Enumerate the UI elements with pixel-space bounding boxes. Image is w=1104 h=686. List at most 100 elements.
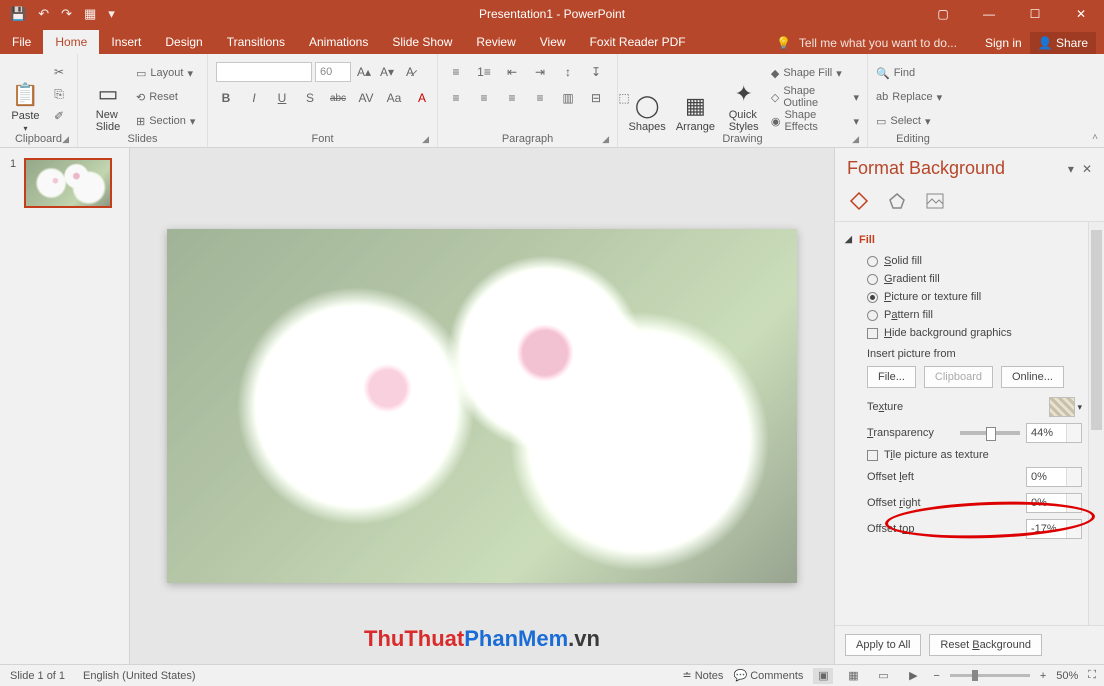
font-size-input[interactable]: 60 bbox=[315, 62, 351, 82]
reading-view-icon[interactable]: ▭ bbox=[873, 668, 893, 684]
text-direction-icon[interactable]: ↧ bbox=[586, 62, 606, 82]
collapse-ribbon-icon[interactable]: ˄ bbox=[1092, 132, 1098, 143]
slide-canvas[interactable] bbox=[167, 229, 797, 583]
transparency-input[interactable]: 44% bbox=[1026, 423, 1082, 443]
slide-editor[interactable]: ThuThuatPhanMem.vn bbox=[130, 148, 834, 664]
tab-file[interactable]: File bbox=[0, 30, 43, 54]
decrease-font-icon[interactable]: A▾ bbox=[377, 62, 397, 82]
zoom-level[interactable]: 50% bbox=[1056, 670, 1078, 682]
tab-home[interactable]: Home bbox=[43, 30, 99, 54]
effects-tab-icon[interactable] bbox=[885, 189, 909, 213]
gradient-fill-radio[interactable]: Gradient fill bbox=[847, 270, 1100, 288]
offset-right-input[interactable]: 0% bbox=[1026, 493, 1082, 513]
offset-top-input[interactable]: -17% bbox=[1026, 519, 1082, 539]
format-painter-icon[interactable]: ✐ bbox=[49, 106, 69, 126]
underline-button[interactable]: U bbox=[272, 88, 292, 108]
tile-checkbox[interactable]: Tile picture as texture bbox=[847, 446, 1100, 464]
align-left-icon[interactable]: ≡ bbox=[446, 88, 466, 108]
comments-button[interactable]: 💬 Comments bbox=[733, 669, 803, 682]
paragraph-dialog-launcher-icon[interactable]: ◢ bbox=[602, 134, 609, 145]
redo-icon[interactable]: ↷ bbox=[61, 6, 72, 22]
sorter-view-icon[interactable]: ▦ bbox=[843, 668, 863, 684]
offset-left-input[interactable]: 0% bbox=[1026, 467, 1082, 487]
close-icon[interactable]: ✕ bbox=[1058, 0, 1104, 28]
drawing-dialog-launcher-icon[interactable]: ◢ bbox=[852, 134, 859, 145]
shape-effects-button[interactable]: ◉ Shape Effects ▾ bbox=[771, 110, 859, 132]
layout-button[interactable]: ▭ Layout ▾ bbox=[136, 62, 195, 84]
justify-icon[interactable]: ≡ bbox=[530, 88, 550, 108]
align-right-icon[interactable]: ≡ bbox=[502, 88, 522, 108]
shadow-button[interactable]: S bbox=[300, 88, 320, 108]
italic-button[interactable]: I bbox=[244, 88, 264, 108]
tell-me-input[interactable]: Tell me what you want to do... bbox=[799, 36, 957, 50]
tab-transitions[interactable]: Transitions bbox=[215, 30, 297, 54]
share-button[interactable]: 👤 Share bbox=[1030, 32, 1096, 54]
font-dialog-launcher-icon[interactable]: ◢ bbox=[422, 134, 429, 145]
section-button[interactable]: ⊞ Section ▾ bbox=[136, 110, 195, 132]
bullets-icon[interactable]: ≡ bbox=[446, 62, 466, 82]
zoom-in-icon[interactable]: + bbox=[1040, 670, 1046, 682]
clipboard-dialog-launcher-icon[interactable]: ◢ bbox=[62, 134, 69, 145]
normal-view-icon[interactable]: ▣ bbox=[813, 668, 833, 684]
change-case-button[interactable]: Aa bbox=[384, 88, 404, 108]
numbering-icon[interactable]: 1≡ bbox=[474, 62, 494, 82]
tab-view[interactable]: View bbox=[528, 30, 578, 54]
tab-foxit[interactable]: Foxit Reader PDF bbox=[578, 30, 698, 54]
language-indicator[interactable]: English (United States) bbox=[83, 670, 196, 682]
qat-more-icon[interactable]: ▾ bbox=[108, 6, 115, 22]
texture-picker[interactable] bbox=[1049, 397, 1075, 417]
decrease-indent-icon[interactable]: ⇤ bbox=[502, 62, 522, 82]
font-color-button[interactable]: A bbox=[412, 88, 432, 108]
clear-formatting-icon[interactable]: A̷ bbox=[400, 62, 420, 82]
reset-background-button[interactable]: Reset Background bbox=[929, 634, 1042, 656]
pane-close-icon[interactable]: ✕ bbox=[1082, 162, 1092, 176]
select-button[interactable]: ▭ Select ▾ bbox=[876, 110, 942, 132]
sign-in-link[interactable]: Sign in bbox=[985, 36, 1022, 50]
file-button[interactable]: File... bbox=[867, 366, 916, 388]
picture-fill-radio[interactable]: Picture or texture fill bbox=[847, 288, 1100, 306]
font-family-input[interactable] bbox=[216, 62, 312, 82]
minimize-icon[interactable]: — bbox=[966, 0, 1012, 28]
apply-to-all-button[interactable]: Apply to All bbox=[845, 634, 921, 656]
char-spacing-button[interactable]: AV bbox=[356, 88, 376, 108]
bold-button[interactable]: B bbox=[216, 88, 236, 108]
strikethrough-button[interactable]: abc bbox=[328, 88, 348, 108]
solid-fill-radio[interactable]: Solid fill bbox=[847, 252, 1100, 270]
undo-icon[interactable]: ↶ bbox=[38, 6, 49, 22]
pattern-fill-radio[interactable]: Pattern fill bbox=[847, 306, 1100, 324]
increase-font-icon[interactable]: A▴ bbox=[354, 62, 374, 82]
quick-styles-button[interactable]: ✦Quick Styles bbox=[723, 58, 765, 133]
line-spacing-icon[interactable]: ↕ bbox=[558, 62, 578, 82]
reset-button[interactable]: ⟲ Reset bbox=[136, 86, 195, 108]
start-from-beginning-icon[interactable]: ▦ bbox=[84, 6, 96, 22]
tab-insert[interactable]: Insert bbox=[99, 30, 153, 54]
transparency-slider[interactable] bbox=[960, 431, 1020, 435]
fill-tab-icon[interactable] bbox=[847, 189, 871, 213]
picture-tab-icon[interactable] bbox=[923, 189, 947, 213]
cut-icon[interactable]: ✂ bbox=[49, 62, 69, 82]
save-icon[interactable]: 💾 bbox=[10, 6, 26, 22]
slideshow-view-icon[interactable]: ▶ bbox=[903, 668, 923, 684]
zoom-out-icon[interactable]: − bbox=[933, 670, 939, 682]
fit-window-icon[interactable]: ⛶ bbox=[1088, 669, 1096, 682]
pane-options-icon[interactable]: ▾ bbox=[1068, 162, 1074, 176]
zoom-slider[interactable] bbox=[950, 674, 1030, 677]
arrange-button[interactable]: ▦Arrange bbox=[674, 58, 716, 133]
tab-slideshow[interactable]: Slide Show bbox=[380, 30, 464, 54]
align-text-icon[interactable]: ⊟ bbox=[586, 88, 606, 108]
tab-animations[interactable]: Animations bbox=[297, 30, 380, 54]
tab-review[interactable]: Review bbox=[464, 30, 527, 54]
tab-design[interactable]: Design bbox=[153, 30, 214, 54]
copy-icon[interactable]: ⎘ bbox=[49, 84, 69, 104]
fill-section-header[interactable]: Fill bbox=[847, 230, 1100, 252]
find-button[interactable]: 🔍 Find bbox=[876, 62, 942, 84]
slide-thumbnail-1[interactable] bbox=[24, 158, 112, 208]
maximize-icon[interactable]: ☐ bbox=[1012, 0, 1058, 28]
replace-button[interactable]: ab Replace ▾ bbox=[876, 86, 942, 108]
columns-icon[interactable]: ▥ bbox=[558, 88, 578, 108]
shapes-button[interactable]: ◯Shapes bbox=[626, 58, 668, 133]
paste-button[interactable]: 📋Paste▾ bbox=[8, 58, 43, 133]
new-slide-button[interactable]: ▭New Slide bbox=[86, 58, 130, 133]
ribbon-display-options-icon[interactable]: ▢ bbox=[920, 0, 966, 28]
align-center-icon[interactable]: ≡ bbox=[474, 88, 494, 108]
